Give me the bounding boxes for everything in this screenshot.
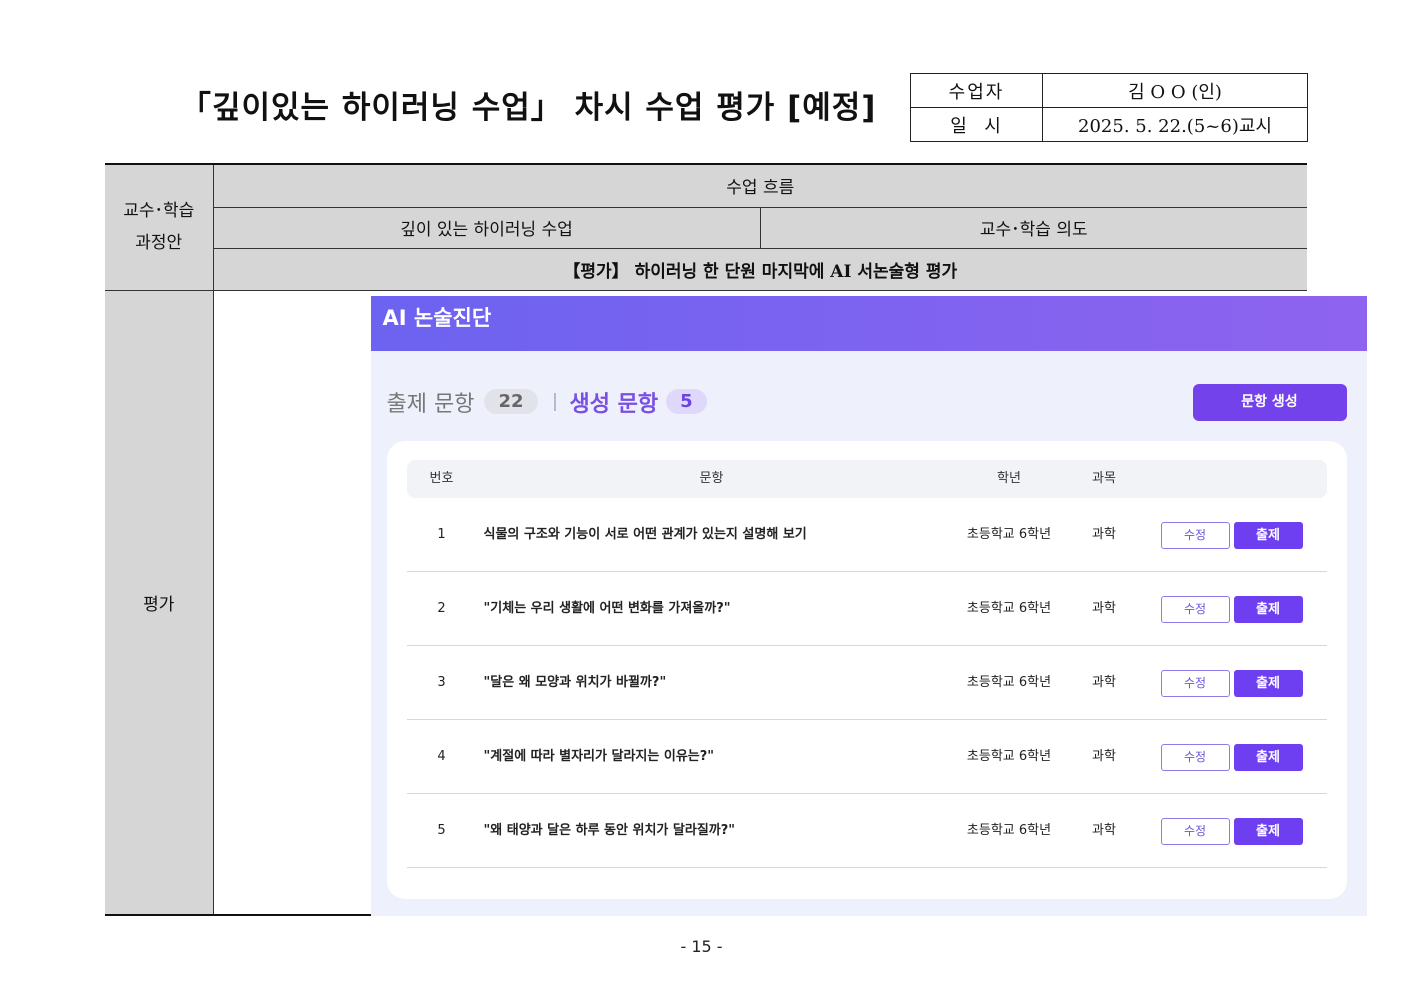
table-row: 2 "기체는 우리 생활에 어떤 변화를 가져올까?" 초등학교 6학년 과학 …	[406, 572, 1327, 646]
table-row: 3 "달은 왜 모양과 위치가 바뀔까?" 초등학교 6학년 과학 수정 출제	[406, 646, 1327, 720]
intent-column-header: 교수･학습 의도	[759, 206, 1307, 249]
row-subject: 과학	[1092, 674, 1116, 690]
row-question: "기체는 우리 생활에 어떤 변화를 가져올까?"	[483, 600, 731, 616]
page-number: - 15 -	[680, 937, 723, 956]
row-grade: 초등학교 6학년	[966, 674, 1052, 690]
date-row: 일 시 2025. 5. 22.(5~6)교시	[910, 107, 1308, 142]
row-question: 식물의 구조와 기능이 서로 어떤 관계가 있는지 설명해 보기	[483, 526, 807, 542]
total-questions-label: 출제 문항	[386, 391, 475, 417]
row-grade: 초등학교 6학년	[966, 822, 1052, 838]
publish-button[interactable]: 출제	[1233, 521, 1303, 549]
table-row: 4 "계절에 따라 별자리가 달라지는 이유는?" 초등학교 6학년 과학 수정…	[406, 720, 1327, 794]
subject-column-header: 과목	[1092, 470, 1116, 486]
teacher-value: 김 O O (인)	[1042, 73, 1308, 108]
row-number: 2	[437, 600, 446, 616]
plan-side-label: 교수･학습 과정안	[105, 163, 214, 291]
app-title: AI 논술진단	[370, 295, 1367, 351]
row-grade: 초등학교 6학년	[966, 526, 1052, 542]
edit-button[interactable]: 수정	[1160, 743, 1230, 771]
row-question: "달은 왜 모양과 위치가 바뀔까?"	[483, 674, 667, 690]
date-label: 일 시	[910, 107, 1043, 142]
question-column-header: 문항	[699, 470, 724, 486]
evaluation-text: 하이러닝 한 단원 마지막에 AI 서논술형 평가	[628, 261, 958, 282]
number-column-header: 번호	[429, 470, 454, 486]
row-number: 3	[437, 674, 446, 690]
row-subject: 과학	[1092, 822, 1116, 838]
row-question: "왜 태양과 달은 하루 동안 위치가 달라질까?"	[483, 822, 736, 838]
row-grade: 초등학교 6학년	[966, 748, 1052, 764]
date-value: 2025. 5. 22.(5~6)교시	[1042, 107, 1308, 142]
question-table-header: 번호 문항 학년 과목	[406, 459, 1327, 498]
evaluation-side-label: 평가	[105, 289, 214, 916]
count-divider	[553, 392, 556, 411]
publish-button[interactable]: 출제	[1233, 669, 1303, 697]
edit-button[interactable]: 수정	[1160, 595, 1230, 623]
generated-questions-label: 생성 문항	[569, 391, 659, 417]
document-title: 「깊이있는 하이러닝 수업」 차시 수업 평가 [예정]	[180, 90, 877, 126]
table-row: 1 식물의 구조와 기능이 서로 어떤 관계가 있는지 설명해 보기 초등학교 …	[406, 498, 1327, 572]
high-learning-column-header: 깊이 있는 하이러닝 수업	[212, 206, 761, 249]
row-number: 5	[437, 822, 446, 838]
evaluation-bracket: 【평가】	[563, 261, 629, 282]
lesson-info-table: 수업자 김 O O (인) 일 시 2025. 5. 22.(5~6)교시	[910, 73, 1308, 142]
edit-button[interactable]: 수정	[1160, 669, 1230, 697]
teacher-label: 수업자	[910, 73, 1043, 108]
evaluation-content: AI 논술진단 출제 문항 22 생성 문항 5 문항 생성 번호 문항 학년 …	[212, 289, 1367, 916]
table-row: 5 "왜 태양과 달은 하루 동안 위치가 달라질까?" 초등학교 6학년 과학…	[406, 794, 1327, 868]
publish-button[interactable]: 출제	[1233, 595, 1303, 623]
row-subject: 과학	[1092, 600, 1116, 616]
row-question: "계절에 따라 별자리가 달라지는 이유는?"	[483, 748, 715, 764]
row-subject: 과학	[1092, 748, 1116, 764]
evaluation-summary: 【평가】 하이러닝 한 단원 마지막에 AI 서논술형 평가	[212, 247, 1307, 291]
publish-button[interactable]: 출제	[1233, 817, 1303, 845]
row-subject: 과학	[1092, 526, 1116, 542]
generate-question-button[interactable]: 문항 생성	[1192, 383, 1347, 421]
row-grade: 초등학교 6학년	[966, 600, 1052, 616]
edit-button[interactable]: 수정	[1160, 817, 1230, 845]
row-number: 4	[437, 748, 446, 764]
total-questions-badge: 22	[484, 389, 538, 414]
teacher-row: 수업자 김 O O (인)	[910, 73, 1308, 108]
lesson-plan-table: 교수･학습 과정안 수업 흐름 깊이 있는 하이러닝 수업 교수･학습 의도 【…	[105, 163, 1367, 916]
generated-questions-badge: 5	[666, 389, 707, 414]
ai-essay-screenshot: AI 논술진단 출제 문항 22 생성 문항 5 문항 생성 번호 문항 학년 …	[370, 295, 1367, 916]
edit-button[interactable]: 수정	[1160, 521, 1230, 549]
grade-column-header: 학년	[997, 470, 1021, 486]
publish-button[interactable]: 출제	[1233, 743, 1303, 771]
row-number: 1	[437, 526, 446, 542]
flow-header: 수업 흐름	[212, 163, 1307, 208]
question-counts: 출제 문항 22 생성 문항 5	[387, 384, 707, 420]
question-list-card: 번호 문항 학년 과목 1 식물의 구조와 기능이 서로 어떤 관계가 있는지 …	[386, 440, 1347, 899]
